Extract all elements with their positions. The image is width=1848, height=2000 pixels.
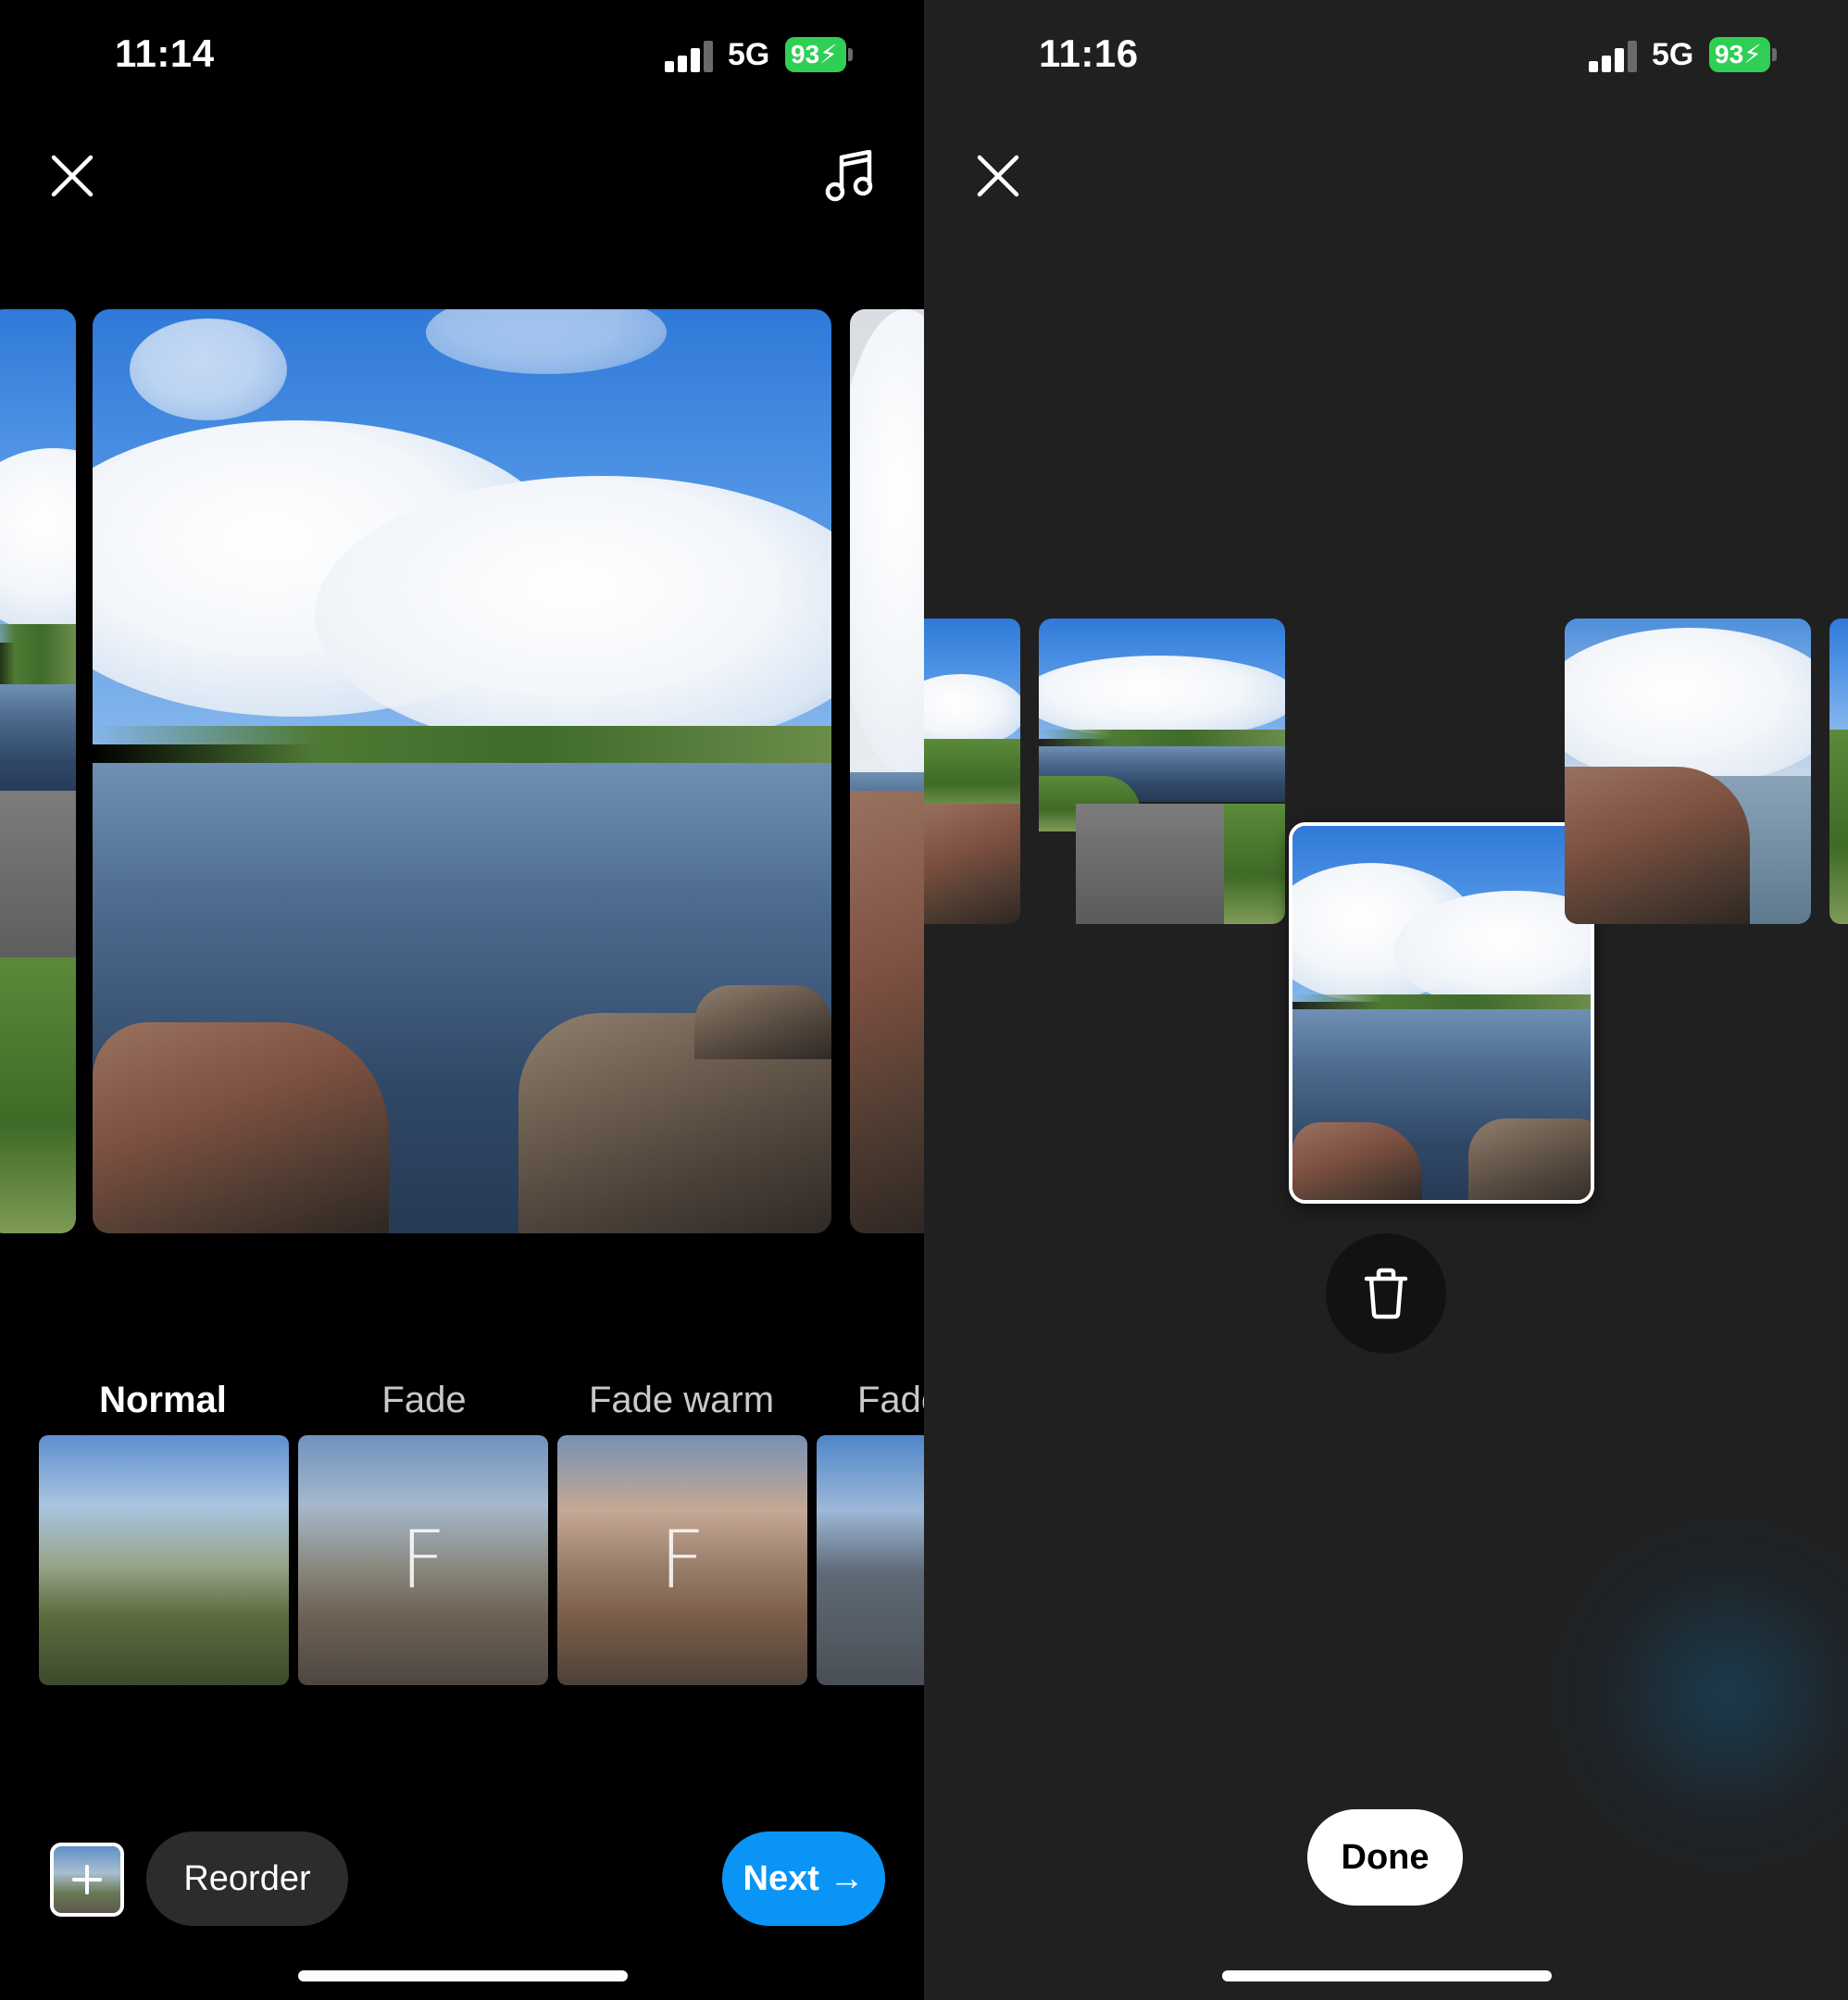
filter-thumb-fade[interactable]: F: [298, 1435, 548, 1685]
network-type: 5G: [728, 37, 770, 72]
editor-screen: 11:14 5G 93⚡ Normal Fade Fade warm Fad F…: [0, 0, 924, 2000]
filter-thumb-fade-letter: F: [400, 1514, 446, 1606]
home-indicator: [1222, 1970, 1552, 1981]
trash-icon: [1364, 1268, 1408, 1319]
music-note-icon: [825, 150, 873, 202]
close-icon: [977, 155, 1019, 197]
filter-thumb-fade-warm-letter: F: [659, 1514, 705, 1606]
filter-thumb-fade-partial[interactable]: [817, 1435, 924, 1685]
filter-thumb-fade-warm[interactable]: F: [557, 1435, 807, 1685]
carousel-photo-current[interactable]: [93, 309, 831, 1233]
status-time: 11:16: [1039, 31, 1139, 75]
filter-thumb-normal[interactable]: [39, 1435, 289, 1685]
filter-label-fade[interactable]: Fade: [298, 1380, 550, 1421]
signal-icon: [1589, 41, 1639, 72]
reorder-screen: 11:16 5G 93⚡ Done: [924, 0, 1848, 2000]
reorder-tile-1[interactable]: [924, 619, 1020, 924]
next-button[interactable]: Next →: [722, 1831, 885, 1926]
carousel-photo-previous[interactable]: [0, 309, 76, 1233]
reorder-tile-selected[interactable]: [1289, 822, 1594, 1204]
status-bar: 11:14 5G 93⚡: [0, 28, 924, 83]
reorder-button[interactable]: Reorder: [146, 1831, 348, 1926]
carousel-photo-next[interactable]: [850, 309, 924, 1233]
filter-label-normal[interactable]: Normal: [37, 1380, 289, 1421]
battery-indicator: 93⚡: [785, 37, 846, 72]
filter-label-fade-warm[interactable]: Fade warm: [556, 1380, 807, 1421]
close-icon: [51, 155, 94, 197]
done-button[interactable]: Done: [1307, 1809, 1463, 1906]
reorder-tile-2[interactable]: [1039, 619, 1285, 924]
status-time: 11:14: [115, 31, 215, 75]
reorder-tile-4[interactable]: [1829, 619, 1848, 924]
plus-icon: [72, 1865, 102, 1894]
delete-button[interactable]: [1326, 1233, 1446, 1354]
status-bar: 11:16 5G 93⚡: [924, 28, 1848, 83]
home-indicator: [298, 1970, 628, 1981]
filter-label-fade-partial[interactable]: Fade: [857, 1380, 924, 1421]
battery-cap: [848, 48, 853, 61]
add-media-button[interactable]: [50, 1843, 124, 1917]
reorder-tile-3[interactable]: [1565, 619, 1811, 924]
music-button[interactable]: [820, 146, 880, 206]
close-button[interactable]: [44, 148, 100, 204]
close-button[interactable]: [970, 148, 1026, 204]
battery-indicator: 93⚡: [1709, 37, 1770, 72]
battery-cap: [1772, 48, 1777, 61]
signal-icon: [665, 41, 715, 72]
network-type: 5G: [1652, 37, 1694, 72]
